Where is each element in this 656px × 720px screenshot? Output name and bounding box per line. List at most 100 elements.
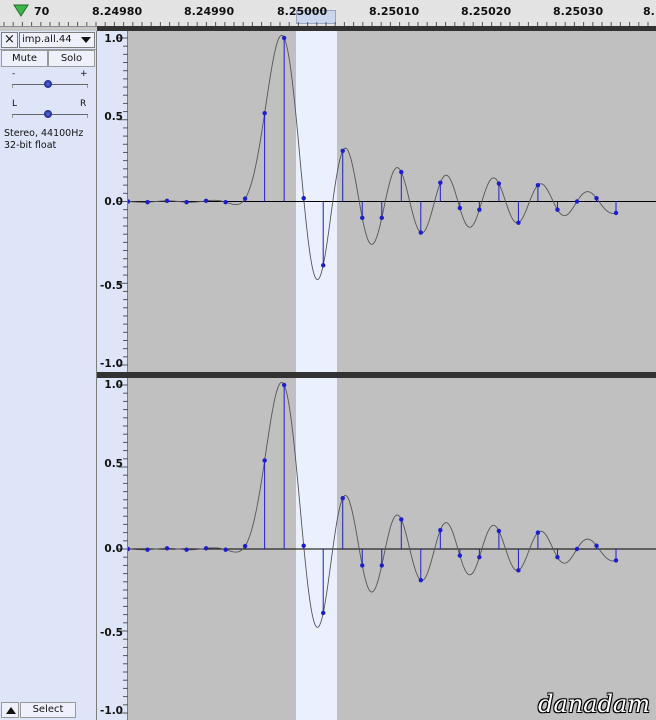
sample-point [145, 199, 150, 205]
track-bottom-bar: Select [0, 701, 96, 719]
sample-point [457, 553, 463, 558]
sample-point [418, 577, 424, 583]
ruler-label: 8.24990 [184, 5, 235, 18]
sample-point [128, 199, 131, 204]
waveform-left-channel[interactable] [128, 31, 656, 372]
track-name-label: imp.all.44 [22, 34, 72, 45]
vruler-label: -1.0 [100, 358, 123, 370]
sample-point [164, 546, 170, 551]
sample-point [477, 555, 482, 560]
sample-point [223, 199, 228, 205]
vruler-label: 1.0 [104, 33, 123, 45]
sample-point [516, 568, 521, 573]
track-control-panel: × imp.all.44 Mute Solo - + L R Stereo, 4… [0, 31, 97, 720]
sample-point [321, 263, 326, 268]
ruler-ticks [3, 22, 649, 26]
chevron-down-icon [81, 37, 91, 43]
sample-point [301, 196, 306, 201]
track-name-menu[interactable]: imp.all.44 [19, 32, 95, 48]
vruler-label: -1.0 [100, 705, 123, 717]
sample-point [340, 495, 345, 501]
sample-point [516, 220, 521, 225]
sample-point [594, 196, 599, 201]
vruler-label: 0.0 [104, 196, 123, 208]
sample-point [574, 546, 580, 552]
sample-point [360, 215, 365, 221]
solo-button[interactable]: Solo [48, 50, 95, 67]
ruler-label: 8.24980 [92, 5, 143, 18]
collapse-track-button[interactable] [1, 702, 19, 718]
track-info: Stereo, 44100Hz 32-bit float [4, 128, 83, 152]
sample-point [438, 180, 443, 185]
sample-point [203, 546, 209, 551]
vruler-label: -0.5 [100, 280, 123, 292]
ruler-label: 8. [643, 5, 655, 18]
sample-point [555, 555, 560, 560]
vruler-label: 0.0 [104, 543, 123, 555]
sample-point [399, 517, 404, 522]
sample-point [281, 382, 287, 388]
sample-point [594, 543, 599, 548]
track-format-label: Stereo, 44100Hz [4, 128, 84, 139]
waveform-plot [128, 381, 656, 628]
sample-point [496, 528, 502, 534]
sample-point [360, 563, 365, 568]
sample-point [262, 458, 267, 463]
ruler-label: 8.25020 [461, 5, 512, 18]
sample-point [574, 199, 580, 204]
track-header: × imp.all.44 [0, 31, 96, 50]
sample-point [321, 610, 326, 616]
ruler-label: 70 [34, 5, 50, 18]
sample-point [242, 543, 248, 549]
waveform-right-channel[interactable] [128, 378, 656, 720]
vruler-label: 0.5 [104, 458, 123, 470]
sample-point [145, 547, 150, 552]
sample-point [535, 530, 541, 535]
ruler-label: 8.25000 [277, 5, 328, 18]
sample-point [281, 35, 287, 41]
sample-point [184, 199, 189, 205]
sample-point [535, 182, 541, 188]
gain-slider[interactable]: - + [0, 69, 96, 93]
gain-slider-thumb[interactable] [44, 80, 52, 88]
collapse-icon [6, 707, 16, 714]
waveform-curve [128, 34, 617, 281]
select-track-button[interactable]: Select [20, 702, 76, 718]
sample-point [379, 563, 384, 568]
pan-slider-thumb[interactable] [44, 110, 52, 118]
vruler-label: -0.5 [100, 627, 123, 639]
sample-point [379, 215, 384, 221]
waveform-plot [128, 34, 656, 281]
sample-point [203, 198, 209, 204]
sample-point [242, 196, 248, 201]
sample-point [399, 169, 404, 175]
close-track-button[interactable]: × [1, 32, 18, 48]
pan-right-label: R [80, 99, 87, 109]
waveform-curve [128, 381, 617, 628]
sample-point [438, 527, 443, 533]
watermark-text: danadam [538, 690, 650, 718]
vruler-label: 0.5 [104, 111, 123, 123]
mute-button[interactable]: Mute [1, 50, 48, 67]
sample-point [477, 207, 482, 212]
sample-point [418, 230, 424, 235]
sample-point [262, 111, 267, 116]
vertical-ruler-left-channel[interactable]: 1.0 0.5 0.0 -0.5 -1.0 [97, 31, 128, 372]
sample-point [223, 547, 228, 552]
pan-slider[interactable]: L R [0, 99, 96, 123]
sample-point [496, 181, 502, 186]
sample-point [164, 198, 170, 204]
ruler-label: 8.25010 [369, 5, 420, 18]
sample-point [457, 205, 463, 211]
sample-point [613, 210, 619, 216]
vertical-ruler-right-channel[interactable]: 1.0 0.5 0.0 -0.5 -1.0 [97, 378, 128, 720]
track-bitdepth-label: 32-bit float [4, 140, 57, 151]
timeline-ruler[interactable]: 70 8.24980 8.24990 8.25000 8.25010 8.250… [0, 0, 656, 27]
sample-point [613, 558, 619, 563]
gain-minus-label: - [12, 69, 16, 79]
sample-point [184, 547, 189, 552]
gain-plus-label: + [80, 69, 88, 79]
sample-point [301, 543, 306, 548]
ruler-label: 8.25030 [553, 5, 604, 18]
sample-point [340, 148, 345, 154]
